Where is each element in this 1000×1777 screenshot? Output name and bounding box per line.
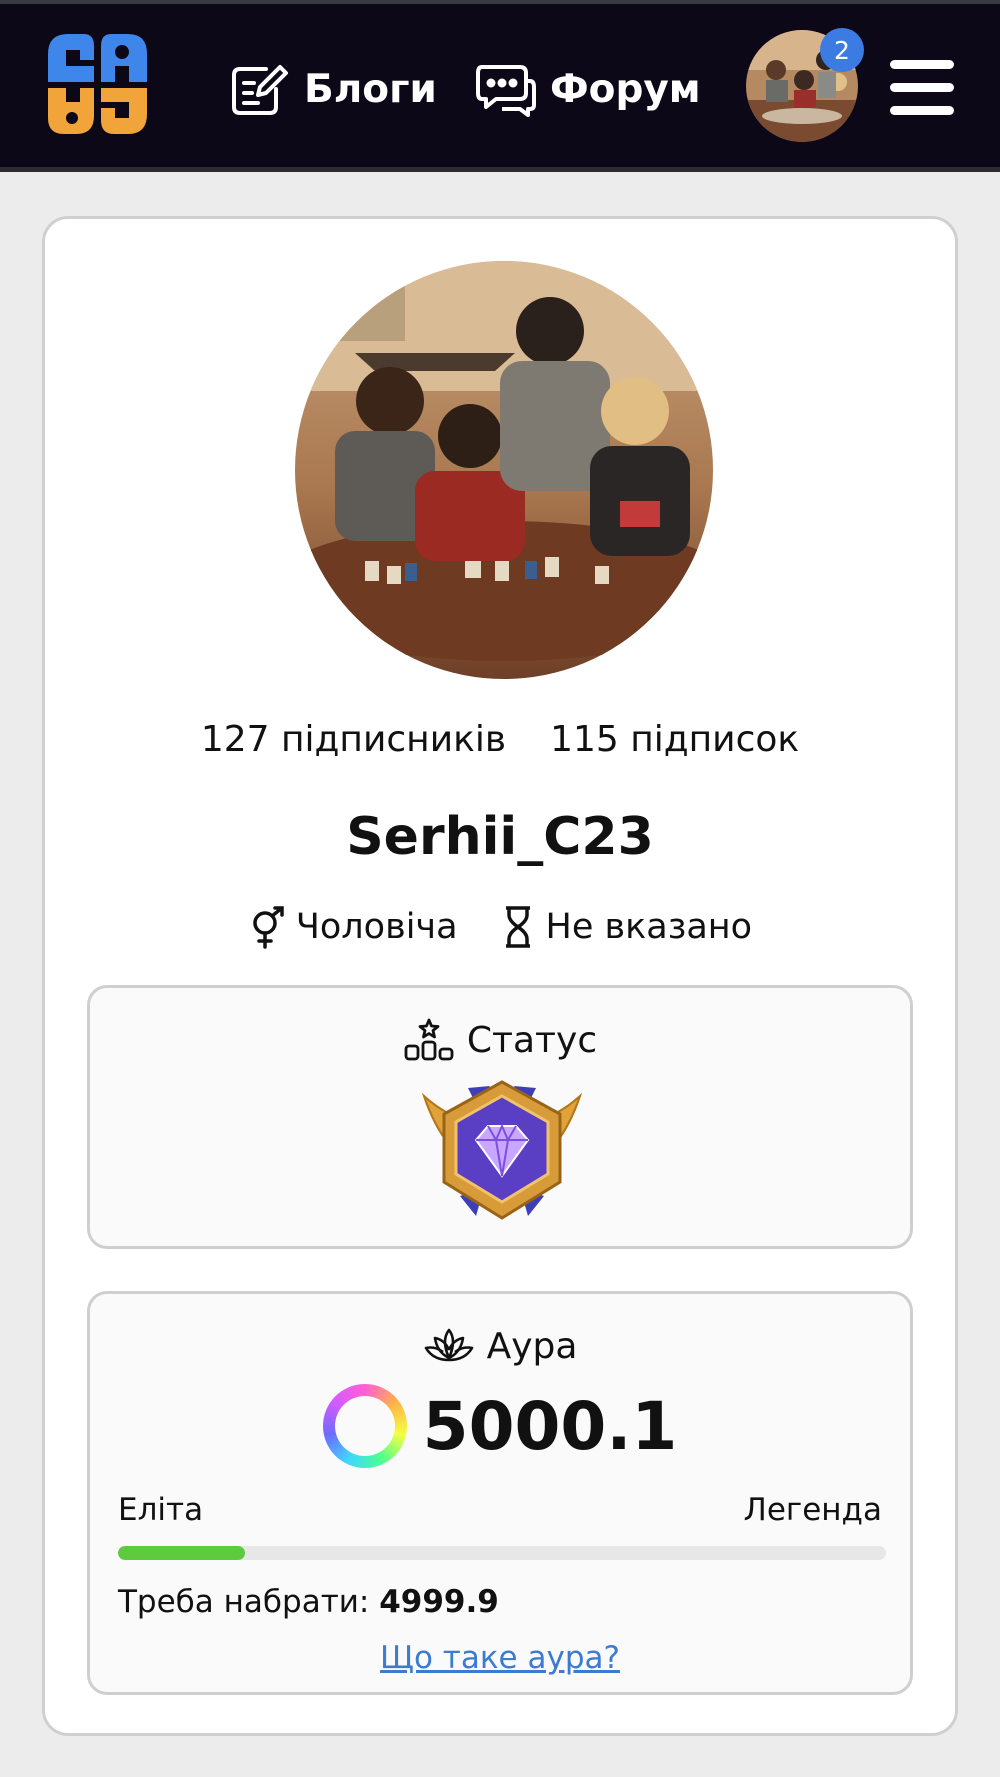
nav-blogs-label: Блоги — [304, 66, 437, 112]
menu-bar — [890, 106, 954, 115]
menu-bar — [890, 83, 954, 92]
age-info: Не вказано — [498, 905, 753, 949]
edit-note-icon — [232, 65, 288, 115]
profile-meta: Чоловіча Не вказано — [45, 905, 955, 949]
points-needed: Треба набрати: 4999.9 — [118, 1584, 499, 1620]
aura-ring-icon — [322, 1384, 407, 1468]
podium-star-icon — [404, 1018, 454, 1061]
chat-bubbles-icon — [476, 65, 536, 117]
status-panel: Статус — [87, 985, 913, 1249]
notification-badge[interactable]: 2 — [820, 28, 864, 72]
current-level-label: Еліта — [118, 1492, 204, 1528]
gender-info: Чоловіча — [248, 905, 458, 949]
follow-stats: 127 підписників 115 підписок — [45, 719, 955, 760]
status-title: Статус — [466, 1019, 598, 1061]
aura-progress-bar — [118, 1546, 886, 1560]
points-needed-label: Треба набрати: — [118, 1584, 380, 1620]
menu-bar — [890, 60, 954, 69]
profile-photo — [295, 261, 713, 679]
aura-heading: Аура — [90, 1324, 910, 1368]
gender-icon — [253, 906, 284, 949]
top-navbar: Блоги Форум 2 — [0, 0, 1000, 172]
followers-count[interactable]: 127 підписників — [201, 719, 506, 760]
profile-username: Serhii_C23 — [346, 807, 654, 867]
profile-card: 127 підписників 115 підписок Serhii_C23 … — [42, 216, 958, 1736]
site-logo[interactable] — [40, 24, 155, 142]
aura-score: 5000.1 — [90, 1384, 910, 1468]
aura-progress-fill — [118, 1546, 245, 1560]
aura-title: Аура — [486, 1325, 578, 1367]
status-heading: Статус — [90, 1018, 910, 1062]
points-needed-value: 4999.9 — [379, 1584, 499, 1620]
age-value: Не вказано — [545, 907, 753, 947]
diamond-rank-badge — [421, 1080, 583, 1220]
nav-blogs-link[interactable]: Блоги — [228, 58, 437, 120]
lotus-icon — [424, 1328, 473, 1362]
gender-value: Чоловіча — [295, 907, 458, 947]
what-is-aura-link[interactable]: Що таке аура? — [90, 1640, 910, 1676]
hourglass-icon — [505, 906, 530, 948]
nav-forum-label: Форум — [550, 66, 701, 112]
nav-forum-link[interactable]: Форум — [474, 58, 701, 120]
aura-panel: Аура 5000.1 Еліта Легенда Треба набрати:… — [87, 1291, 913, 1695]
hamburger-menu-button[interactable] — [890, 60, 954, 115]
following-count[interactable]: 115 підписок — [550, 719, 799, 760]
next-level-label: Легенда — [743, 1492, 882, 1528]
aura-value: 5000.1 — [422, 1387, 678, 1465]
